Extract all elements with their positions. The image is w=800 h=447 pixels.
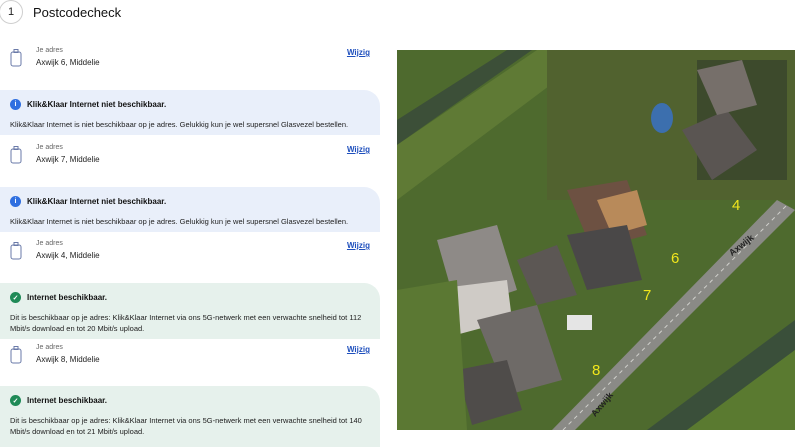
house-number-label: 6: [671, 250, 680, 267]
address-label: Je adres: [36, 344, 63, 351]
info-icon: i: [10, 196, 21, 207]
status-title: Klik&Klaar Internet niet beschikbaar.: [27, 100, 167, 109]
status-text: Klik&Klaar Internet is niet beschikbaar …: [10, 120, 349, 129]
status-card-unavailable: i Klik&Klaar Internet niet beschikbaar. K…: [0, 187, 380, 232]
step-number: 1: [0, 0, 23, 24]
step-title: Postcodecheck: [33, 4, 122, 20]
results-panel: 1 Postcodecheck Je adres Axwijk 6, Midde…: [0, 0, 380, 447]
check-icon: ✓: [10, 395, 21, 406]
address-value: Axwijk 6, Middelie: [36, 58, 100, 67]
status-text: Dit is beschikbaar op je adres: Klik&Kla…: [10, 313, 362, 333]
address-label: Je adres: [36, 47, 63, 54]
router-icon: [10, 242, 22, 260]
address-value: Axwijk 4, Middelie: [36, 251, 100, 260]
status-title: Internet beschikbaar.: [27, 396, 108, 405]
address-row: Je adres Axwijk 4, Middelie Wijzig: [10, 238, 370, 268]
change-address-link[interactable]: Wijzig: [347, 48, 370, 57]
status-card-unavailable: i Klik&Klaar Internet niet beschikbaar. K…: [0, 90, 380, 135]
address-value: Axwijk 7, Middelie: [36, 155, 100, 164]
house-number-label: 8: [592, 362, 601, 379]
house-number-label: 7: [643, 287, 652, 304]
house-number-label: 4: [732, 197, 741, 214]
status-text: Dit is beschikbaar op je adres: Klik&Kla…: [10, 416, 362, 436]
router-icon: [10, 49, 22, 67]
address-row: Je adres Axwijk 6, Middelie Wijzig: [10, 45, 370, 75]
address-label: Je adres: [36, 144, 63, 151]
change-address-link[interactable]: Wijzig: [347, 145, 370, 154]
status-title: Internet beschikbaar.: [27, 293, 108, 302]
check-icon: ✓: [10, 292, 21, 303]
address-row: Je adres Axwijk 7, Middelie Wijzig: [10, 142, 370, 172]
address-row: Je adres Axwijk 8, Middelie Wijzig: [10, 342, 370, 372]
status-card-available: ✓ Internet beschikbaar. Dit is beschikbaa…: [0, 386, 380, 447]
status-title: Klik&Klaar Internet niet beschikbaar.: [27, 197, 167, 206]
status-card-available: ✓ Internet beschikbaar. Dit is beschikbaa…: [0, 283, 380, 339]
change-address-link[interactable]: Wijzig: [347, 345, 370, 354]
change-address-link[interactable]: Wijzig: [347, 241, 370, 250]
address-value: Axwijk 8, Middelie: [36, 355, 100, 364]
step-header: 1 Postcodecheck: [0, 0, 121, 24]
router-icon: [10, 346, 22, 364]
router-icon: [10, 146, 22, 164]
aerial-map[interactable]: 4 6 7 8 Axwijk Axwijk: [397, 50, 795, 430]
address-label: Je adres: [36, 240, 63, 247]
info-icon: i: [10, 99, 21, 110]
status-text: Klik&Klaar Internet is niet beschikbaar …: [10, 217, 349, 226]
postcodecheck-page: 1 Postcodecheck Je adres Axwijk 6, Midde…: [0, 0, 800, 447]
